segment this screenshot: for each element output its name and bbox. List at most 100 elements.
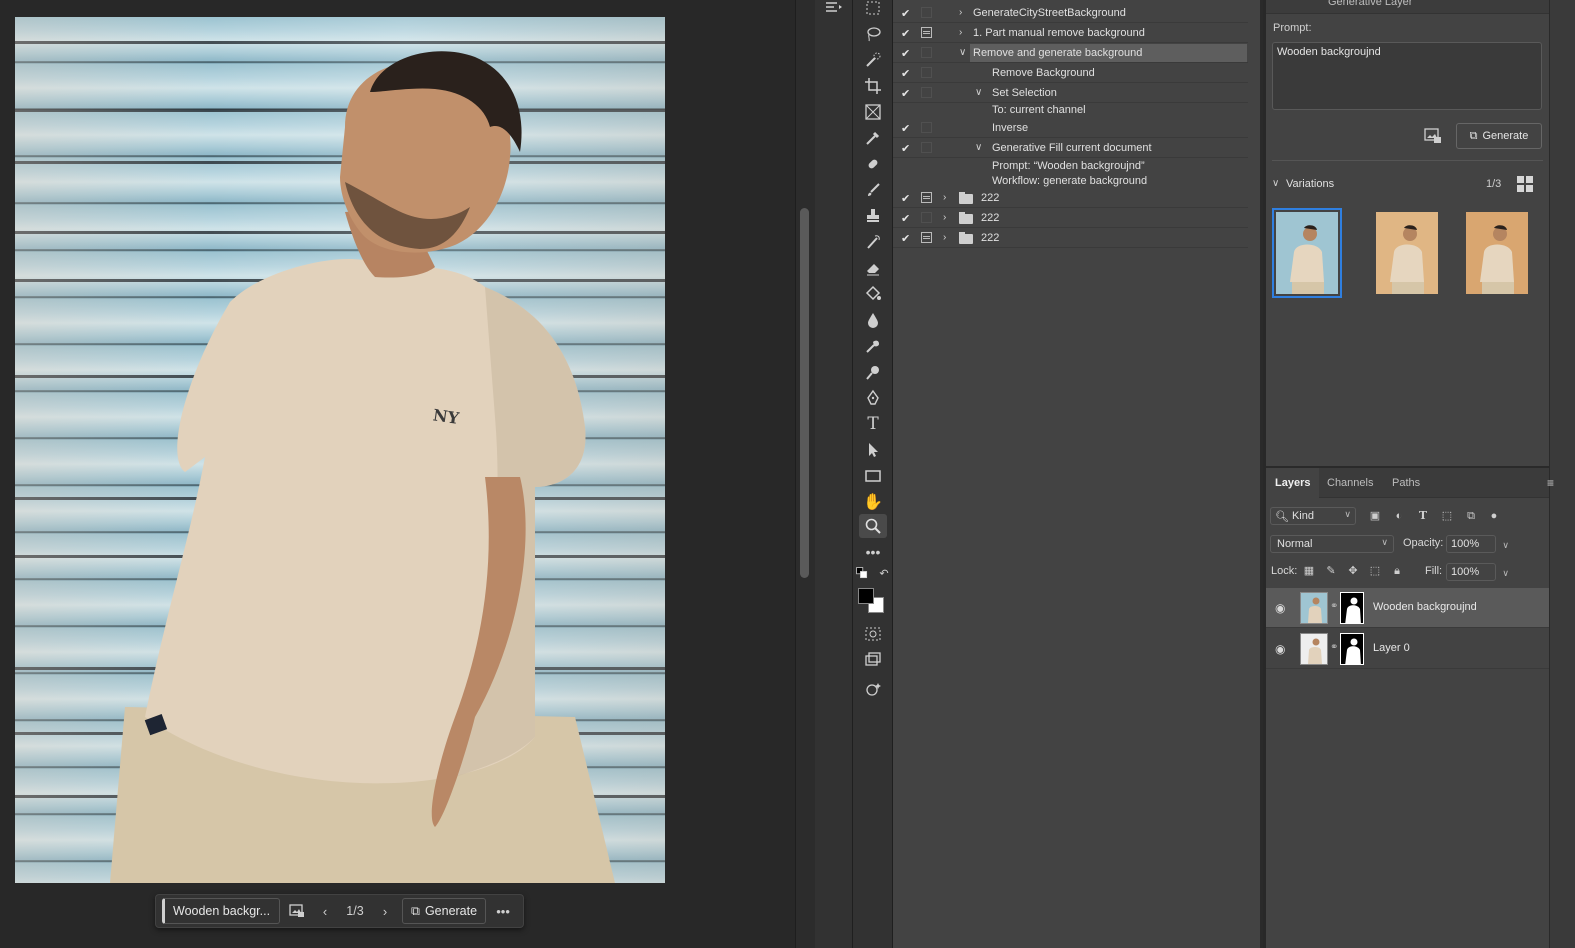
variation-thumbnail[interactable] bbox=[1376, 212, 1438, 294]
frame-icon[interactable] bbox=[859, 100, 887, 124]
smart-object-filter-icon[interactable]: ⧉ bbox=[1464, 509, 1478, 523]
canvas-scrollbar[interactable] bbox=[795, 0, 815, 948]
generate-button[interactable]: ⧉ Generate bbox=[1456, 123, 1542, 149]
type-icon[interactable]: T bbox=[859, 412, 887, 436]
shape-filter-icon[interactable]: ⬚ bbox=[1440, 509, 1454, 523]
panel-menu-icon[interactable]: ≡ bbox=[1547, 476, 1554, 490]
lock-artboard-icon[interactable]: ⬚ bbox=[1368, 564, 1382, 578]
mask-thumbnail[interactable] bbox=[1340, 633, 1364, 665]
checkmark-icon[interactable]: ✔ bbox=[901, 212, 913, 225]
checkmark-icon[interactable]: ✔ bbox=[901, 67, 913, 80]
checkmark-icon[interactable]: ✔ bbox=[901, 7, 913, 20]
dialog-toggle-icon[interactable] bbox=[921, 7, 932, 18]
blur-icon[interactable] bbox=[859, 308, 887, 332]
previous-variation-icon[interactable]: ‹ bbox=[314, 900, 336, 922]
eraser-icon[interactable] bbox=[859, 256, 887, 280]
checkmark-icon[interactable]: ✔ bbox=[901, 122, 913, 135]
chevron-down-icon[interactable]: ∨ bbox=[975, 142, 982, 153]
layer-row[interactable]: ◉ ⚭ Wooden backgroujnd bbox=[1266, 588, 1549, 628]
eyedropper-icon[interactable] bbox=[859, 126, 887, 150]
generative-icon[interactable] bbox=[859, 678, 887, 702]
smudge-icon[interactable] bbox=[859, 334, 887, 358]
chevron-right-icon[interactable]: › bbox=[943, 212, 946, 223]
checkmark-icon[interactable]: ✔ bbox=[901, 232, 913, 245]
checkmark-icon[interactable]: ✔ bbox=[901, 192, 913, 205]
chevron-right-icon[interactable]: › bbox=[959, 7, 962, 18]
action-set-row[interactable]: ✔ › 222 bbox=[893, 229, 1248, 248]
action-set-row[interactable]: ✔ › 222 bbox=[893, 189, 1248, 208]
lasso-icon[interactable] bbox=[859, 22, 887, 46]
prompt-textarea[interactable]: Wooden backgroujnd bbox=[1272, 42, 1542, 110]
crop-icon[interactable] bbox=[859, 74, 887, 98]
chevron-down-icon[interactable]: ∨ bbox=[975, 87, 982, 98]
lock-position-icon[interactable]: ✥ bbox=[1346, 564, 1360, 578]
lock-pixels-icon[interactable]: ✎ bbox=[1324, 564, 1338, 578]
kind-filter-select[interactable]: 🔍︎ Kind ∨ bbox=[1270, 507, 1356, 525]
chevron-right-icon[interactable]: › bbox=[959, 27, 962, 38]
chevron-right-icon[interactable]: › bbox=[943, 232, 946, 243]
dialog-toggle-icon[interactable] bbox=[921, 87, 932, 98]
reference-image-icon[interactable] bbox=[1424, 128, 1444, 144]
quick-selection-icon[interactable] bbox=[859, 48, 887, 72]
more-options-icon[interactable]: ••• bbox=[492, 900, 514, 922]
chevron-down-icon[interactable]: ∨ bbox=[1502, 537, 1509, 553]
healing-brush-icon[interactable] bbox=[859, 152, 887, 176]
tab-paths[interactable]: Paths bbox=[1383, 468, 1429, 498]
lock-all-icon[interactable]: 🔒︎ bbox=[1390, 564, 1404, 578]
action-detail-row[interactable]: To: current channel bbox=[893, 101, 1248, 120]
rectangle-icon[interactable] bbox=[859, 464, 887, 488]
checkmark-icon[interactable]: ✔ bbox=[901, 47, 913, 60]
swap-colors-icon[interactable]: ↶ bbox=[877, 566, 891, 580]
generate-button[interactable]: ⧉ Generate bbox=[402, 898, 487, 924]
default-colors-icon[interactable] bbox=[855, 566, 869, 580]
eye-icon[interactable]: ◉ bbox=[1275, 642, 1285, 656]
reference-image-icon[interactable] bbox=[286, 900, 308, 922]
screen-mode-icon[interactable] bbox=[859, 648, 887, 672]
checkmark-icon[interactable]: ✔ bbox=[901, 142, 913, 155]
dodge-icon[interactable] bbox=[859, 360, 887, 384]
chevron-down-icon[interactable]: ∨ bbox=[1502, 565, 1509, 581]
document-canvas[interactable]: NY Wooden backgr... ‹ 1/3 › ⧉ Generate •… bbox=[0, 0, 795, 948]
dialog-toggle-icon[interactable] bbox=[921, 47, 932, 58]
pen-icon[interactable] bbox=[859, 386, 887, 410]
variation-thumbnail[interactable] bbox=[1272, 208, 1342, 298]
next-variation-icon[interactable]: › bbox=[374, 900, 396, 922]
chevron-right-icon[interactable]: › bbox=[943, 192, 946, 203]
adjustment-filter-icon[interactable]: ◐ bbox=[1392, 509, 1406, 523]
clone-stamp-icon[interactable] bbox=[859, 204, 887, 228]
checkmark-icon[interactable]: ✔ bbox=[901, 27, 913, 40]
lock-transparency-icon[interactable]: ▦ bbox=[1302, 564, 1316, 578]
panel-menu-icon[interactable] bbox=[825, 0, 843, 14]
dialog-toggle-icon[interactable] bbox=[921, 192, 932, 203]
action-row[interactable]: ✔ › GenerateCityStreetBackground bbox=[893, 4, 1248, 23]
action-row[interactable]: ✔ ∨ Remove and generate background bbox=[893, 44, 1248, 63]
chevron-down-icon[interactable]: ∨ bbox=[1272, 178, 1279, 189]
action-set-row[interactable]: ✔ › 222 bbox=[893, 209, 1248, 228]
tab-channels[interactable]: Channels bbox=[1318, 468, 1382, 498]
foreground-color-swatch[interactable] bbox=[858, 588, 874, 604]
canvas-image[interactable]: NY bbox=[15, 17, 665, 883]
paint-bucket-icon[interactable] bbox=[859, 282, 887, 306]
dialog-toggle-icon[interactable] bbox=[921, 212, 932, 223]
grid-view-icon[interactable] bbox=[1517, 176, 1533, 192]
blend-mode-select[interactable]: Normal ∨ bbox=[1270, 535, 1394, 553]
eye-icon[interactable]: ◉ bbox=[1275, 601, 1285, 615]
mask-thumbnail[interactable] bbox=[1340, 592, 1364, 624]
more-tools-icon[interactable]: ••• bbox=[859, 540, 887, 564]
pixel-filter-icon[interactable]: ▣ bbox=[1368, 509, 1382, 523]
variations-label[interactable]: Variations bbox=[1286, 178, 1334, 190]
layer-thumbnail[interactable] bbox=[1300, 592, 1328, 624]
link-icon[interactable]: ⚭ bbox=[1330, 601, 1338, 612]
dialog-toggle-icon[interactable] bbox=[921, 67, 932, 78]
variation-thumbnail[interactable] bbox=[1466, 212, 1528, 294]
fill-input[interactable]: 100% ∨ bbox=[1446, 563, 1509, 581]
quick-mask-icon[interactable] bbox=[859, 622, 887, 646]
dialog-toggle-icon[interactable] bbox=[921, 232, 932, 243]
action-row[interactable]: ✔ ∨ Generative Fill current document bbox=[893, 139, 1248, 158]
link-icon[interactable]: ⚭ bbox=[1330, 642, 1338, 653]
action-row[interactable]: ✔ Inverse bbox=[893, 119, 1248, 138]
type-filter-icon[interactable]: T bbox=[1416, 509, 1430, 523]
filter-toggle-icon[interactable]: ● bbox=[1487, 509, 1501, 523]
checkmark-icon[interactable]: ✔ bbox=[901, 87, 913, 100]
marquee-icon[interactable] bbox=[859, 0, 887, 20]
